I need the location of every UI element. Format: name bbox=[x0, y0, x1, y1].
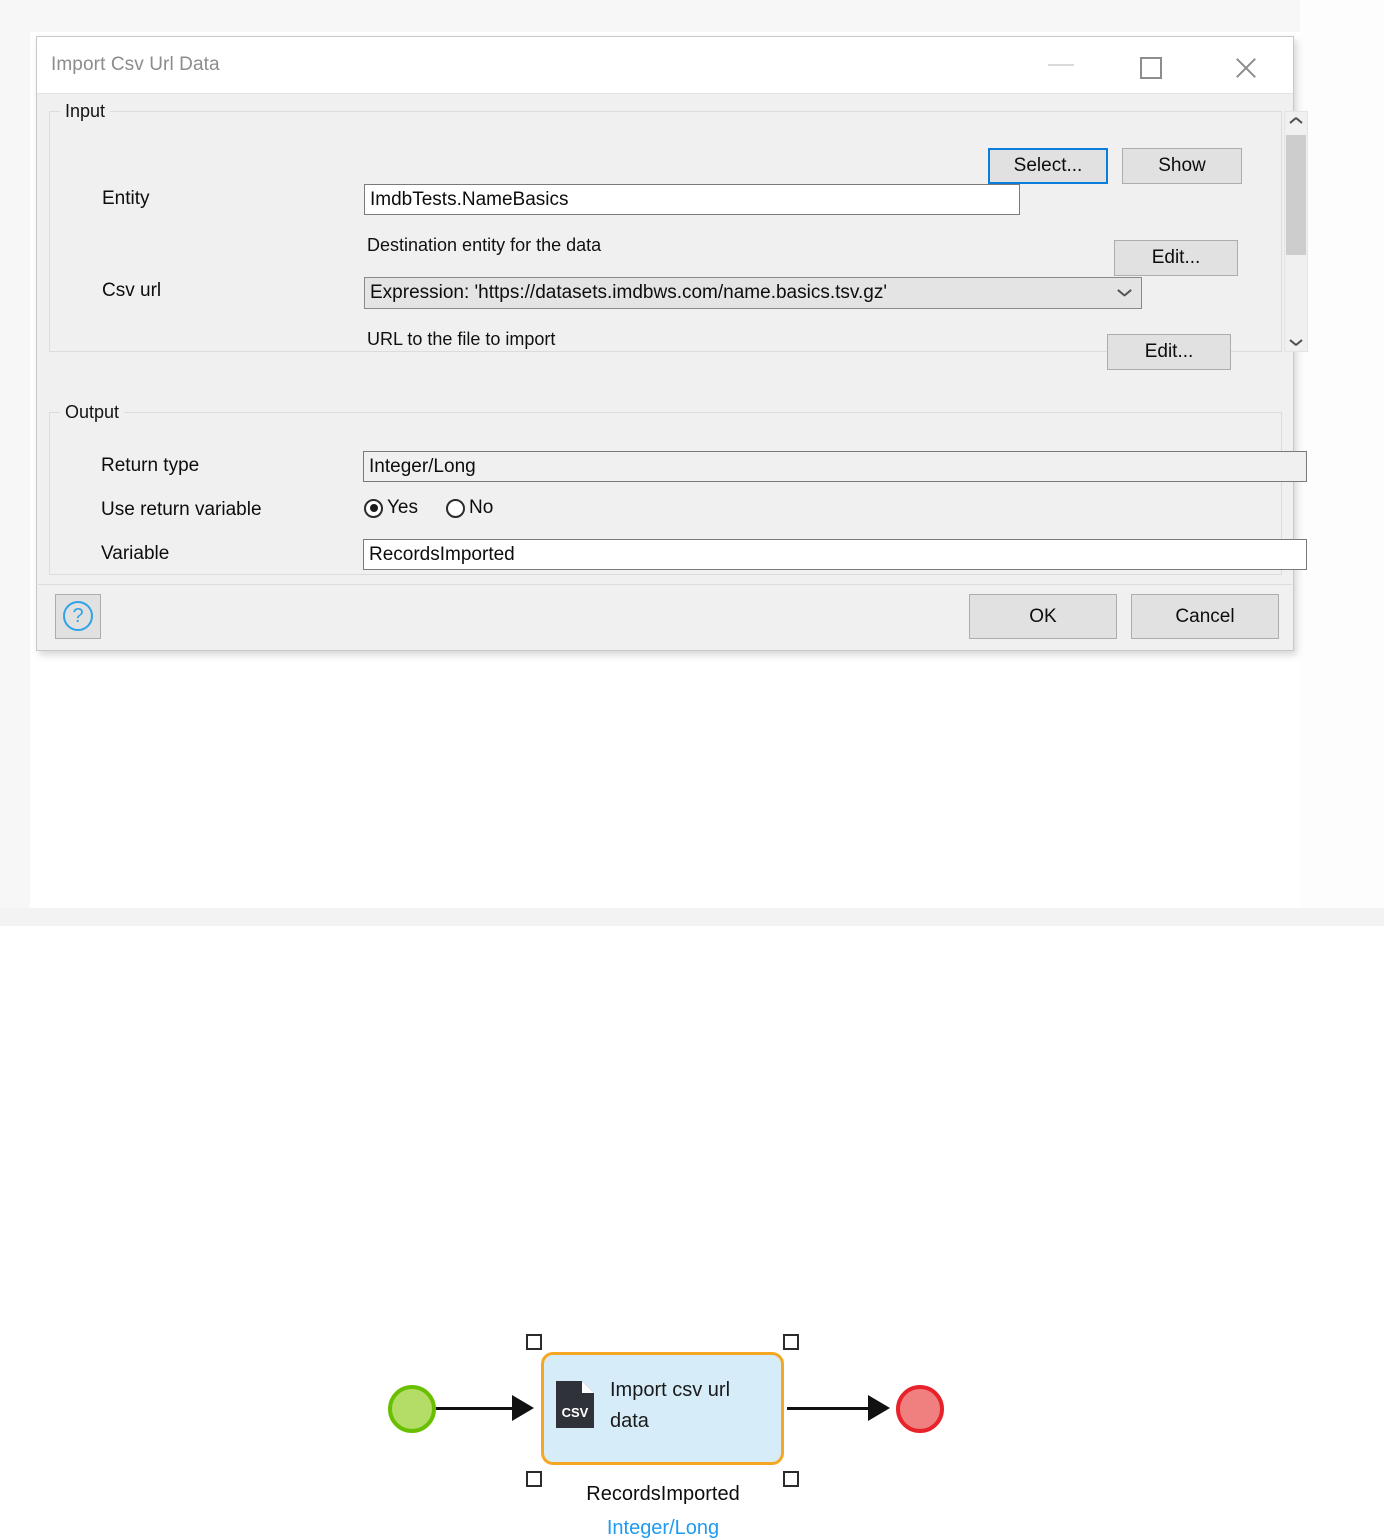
background-top-strip bbox=[0, 0, 1384, 32]
variable-label: Variable bbox=[101, 543, 170, 564]
close-icon bbox=[1233, 56, 1257, 80]
chevron-up-icon bbox=[1290, 120, 1302, 128]
csv-url-value: Expression: 'https://datasets.imdbws.com… bbox=[370, 282, 887, 303]
use-return-variable-label: Use return variable bbox=[101, 499, 262, 520]
cancel-button[interactable]: Cancel bbox=[1131, 594, 1279, 639]
csv-url-label: Csv url bbox=[102, 280, 162, 301]
maximize-button[interactable] bbox=[1128, 37, 1174, 93]
minimize-button[interactable] bbox=[1038, 37, 1084, 93]
variable-input[interactable]: RecordsImported bbox=[363, 539, 1307, 570]
entity-hint: Destination entity for the data bbox=[367, 235, 602, 255]
radio-use-return-variable-no[interactable]: No bbox=[446, 497, 493, 519]
entity-show-button[interactable]: Show bbox=[1122, 148, 1242, 184]
csv-url-combobox[interactable]: Expression: 'https://datasets.imdbws.com… bbox=[364, 277, 1142, 309]
minimize-icon bbox=[1048, 64, 1074, 66]
workflow-diagram: CSV Import csv url data RecordsImported … bbox=[0, 655, 1384, 1539]
import-csv-url-data-dialog: Import Csv Url Data Input Entity ImdbTes… bbox=[36, 36, 1308, 651]
entity-select-button[interactable]: Select... bbox=[988, 148, 1108, 184]
end-node[interactable] bbox=[896, 1385, 944, 1433]
maximize-icon bbox=[1140, 57, 1162, 79]
selection-handle-top-left[interactable] bbox=[526, 1334, 542, 1350]
footer-divider bbox=[38, 584, 1292, 585]
entity-label: Entity bbox=[102, 188, 150, 209]
dialog-title: Import Csv Url Data bbox=[51, 54, 220, 75]
svg-text:CSV: CSV bbox=[562, 1405, 589, 1420]
scrollbar-thumb[interactable] bbox=[1286, 135, 1306, 255]
import-csv-url-data-node[interactable]: CSV Import csv url data bbox=[541, 1352, 784, 1465]
diagram-variable-name: RecordsImported bbox=[586, 1483, 740, 1505]
chevron-down-icon bbox=[1290, 337, 1302, 345]
csv-url-hint: URL to the file to import bbox=[367, 329, 556, 349]
output-group-legend: Output bbox=[60, 402, 125, 423]
start-node[interactable] bbox=[388, 1385, 436, 1433]
ok-button[interactable]: OK bbox=[969, 594, 1117, 639]
entity-input[interactable]: ImdbTests.NameBasics bbox=[364, 184, 1020, 215]
max-records-edit-button[interactable]: Edit... bbox=[1107, 334, 1231, 370]
help-button[interactable]: ? bbox=[55, 594, 101, 639]
scroll-down-button[interactable] bbox=[1285, 329, 1307, 351]
scroll-up-button[interactable] bbox=[1285, 112, 1307, 134]
arrow-head-icon bbox=[512, 1395, 534, 1421]
radio-no-label: No bbox=[469, 497, 494, 518]
output-group: Output Return type Integer/Long Use retu… bbox=[49, 402, 1307, 575]
chevron-down-icon bbox=[1118, 289, 1131, 302]
radio-use-return-variable-yes[interactable]: Yes bbox=[364, 497, 418, 519]
input-scrollbar[interactable] bbox=[1284, 111, 1308, 352]
connector-node-to-end bbox=[787, 1407, 869, 1410]
return-type-label: Return type bbox=[101, 455, 200, 476]
radio-yes-label: Yes bbox=[387, 497, 418, 518]
dialog-titlebar: Import Csv Url Data bbox=[37, 37, 1293, 94]
return-type-value: Integer/Long bbox=[363, 451, 1307, 482]
csv-file-icon: CSV bbox=[556, 1381, 594, 1428]
radio-unselected-icon bbox=[446, 498, 465, 518]
csv-url-edit-button[interactable]: Edit... bbox=[1114, 240, 1238, 276]
radio-selected-icon bbox=[364, 498, 383, 518]
diagram-variable-type[interactable]: Integer/Long bbox=[441, 1517, 885, 1540]
connector-start-to-node bbox=[436, 1407, 516, 1410]
help-icon: ? bbox=[63, 601, 93, 631]
node-label: Import csv url data bbox=[610, 1379, 731, 1432]
close-button[interactable] bbox=[1222, 37, 1268, 93]
arrow-head-icon bbox=[868, 1395, 890, 1421]
selection-handle-top-right[interactable] bbox=[783, 1334, 799, 1350]
